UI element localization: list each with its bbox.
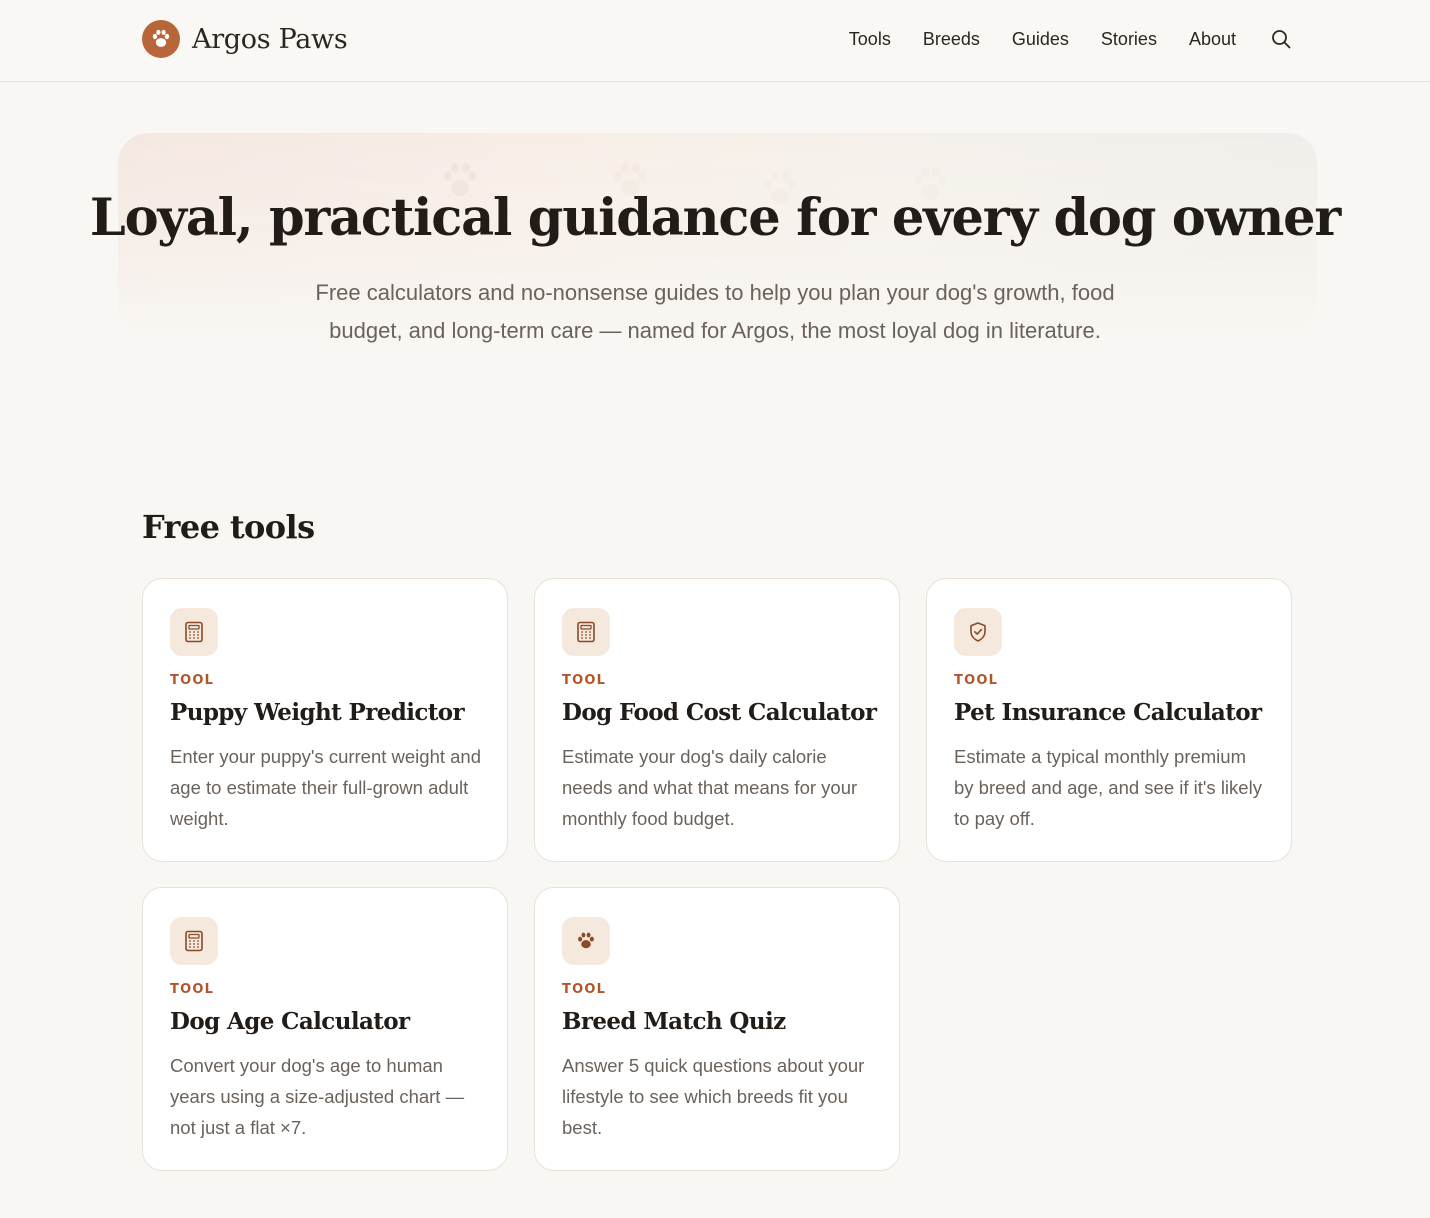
tool-card-breed-quiz[interactable]: TOOL Breed Match Quiz Answer 5 quick que… (534, 887, 900, 1171)
card-description: Answer 5 quick questions about your life… (562, 1055, 865, 1138)
card-title[interactable]: Puppy Weight Predictor (170, 699, 500, 726)
card-title[interactable]: Pet Insurance Calculator (954, 699, 1284, 726)
tool-card-pet-insurance[interactable]: TOOL Pet Insurance Calculator Estimate a… (926, 578, 1292, 862)
section-heading: Free tools (142, 508, 315, 546)
card-kicker: TOOL (562, 673, 607, 688)
calculator-icon (562, 608, 610, 656)
card-title[interactable]: Dog Food Cost Calculator (562, 699, 892, 726)
nav-link-tools[interactable]: Tools (849, 29, 891, 50)
brand-name: Argos Paws (192, 23, 348, 55)
hero-title: Loyal, practical guidance for every dog … (89, 188, 1341, 248)
card-kicker: TOOL (562, 982, 607, 997)
nav-link-about[interactable]: About (1189, 29, 1236, 50)
main-nav: Tools Breeds Guides Stories About (849, 26, 1292, 52)
nav-link-stories[interactable]: Stories (1101, 29, 1157, 50)
brand-home-link[interactable]: Argos Paws (142, 20, 348, 58)
card-kicker: TOOL (170, 982, 215, 997)
card-description: Estimate your dog's daily calorie needs … (562, 746, 858, 829)
nav-link-breeds[interactable]: Breeds (923, 29, 980, 50)
tool-card-dog-age[interactable]: TOOL Dog Age Calculator Convert your dog… (142, 887, 508, 1171)
calculator-icon (170, 608, 218, 656)
card-title[interactable]: Dog Age Calculator (170, 1008, 500, 1035)
card-kicker: TOOL (954, 673, 999, 688)
tool-card-puppy-weight[interactable]: TOOL Puppy Weight Predictor Enter your p… (142, 578, 508, 862)
card-description: Estimate a typical monthly premium by br… (954, 746, 1262, 829)
paw-icon (562, 917, 610, 965)
shield-check-icon (954, 608, 1002, 656)
search-icon[interactable] (1270, 28, 1292, 50)
card-kicker: TOOL (170, 673, 215, 688)
paw-logo-icon (142, 20, 180, 58)
card-description: Convert your dog's age to human years us… (170, 1055, 465, 1138)
hero-subtitle: Free calculators and no-nonsense guides … (315, 280, 1115, 343)
tool-card-food-cost[interactable]: TOOL Dog Food Cost Calculator Estimate y… (534, 578, 900, 862)
site-header: Argos Paws Tools Breeds Guides Stories A… (0, 0, 1430, 82)
calculator-icon (170, 917, 218, 965)
card-description: Enter your puppy's current weight and ag… (170, 746, 482, 829)
nav-link-guides[interactable]: Guides (1012, 29, 1069, 50)
card-title[interactable]: Breed Match Quiz (562, 1008, 892, 1035)
